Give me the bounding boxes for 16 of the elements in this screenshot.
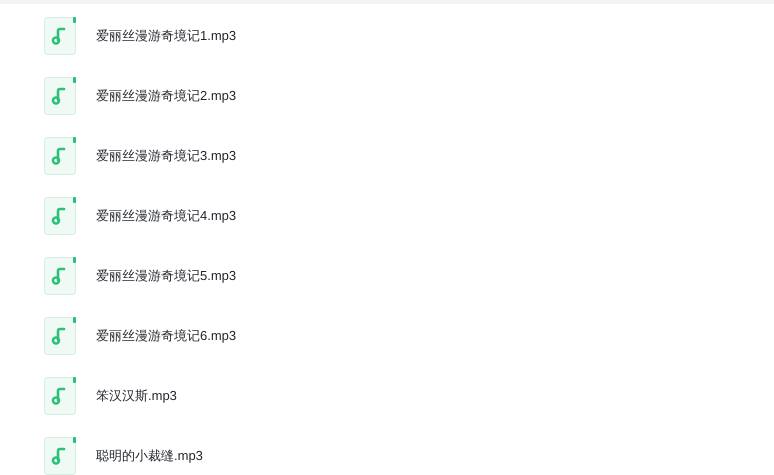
file-name[interactable]: 爱丽丝漫游奇境记5.mp3 — [96, 266, 236, 286]
file-name[interactable]: 爱丽丝漫游奇境记3.mp3 — [96, 146, 236, 166]
music-file-icon — [44, 137, 76, 175]
music-file-icon — [44, 437, 76, 475]
music-file-icon — [44, 377, 76, 415]
file-name[interactable]: 爱丽丝漫游奇境记6.mp3 — [96, 326, 236, 346]
music-file-icon — [44, 197, 76, 235]
file-name[interactable]: 聪明的小裁缝.mp3 — [96, 446, 203, 466]
file-name[interactable]: 爱丽丝漫游奇境记1.mp3 — [96, 26, 236, 46]
file-name[interactable]: 爱丽丝漫游奇境记4.mp3 — [96, 206, 236, 226]
file-name[interactable]: 笨汉汉斯.mp3 — [96, 386, 177, 406]
music-file-icon — [44, 317, 76, 355]
file-name[interactable]: 爱丽丝漫游奇境记2.mp3 — [96, 86, 236, 106]
music-file-icon — [44, 257, 76, 295]
music-file-icon — [44, 17, 76, 55]
music-file-icon — [44, 77, 76, 115]
